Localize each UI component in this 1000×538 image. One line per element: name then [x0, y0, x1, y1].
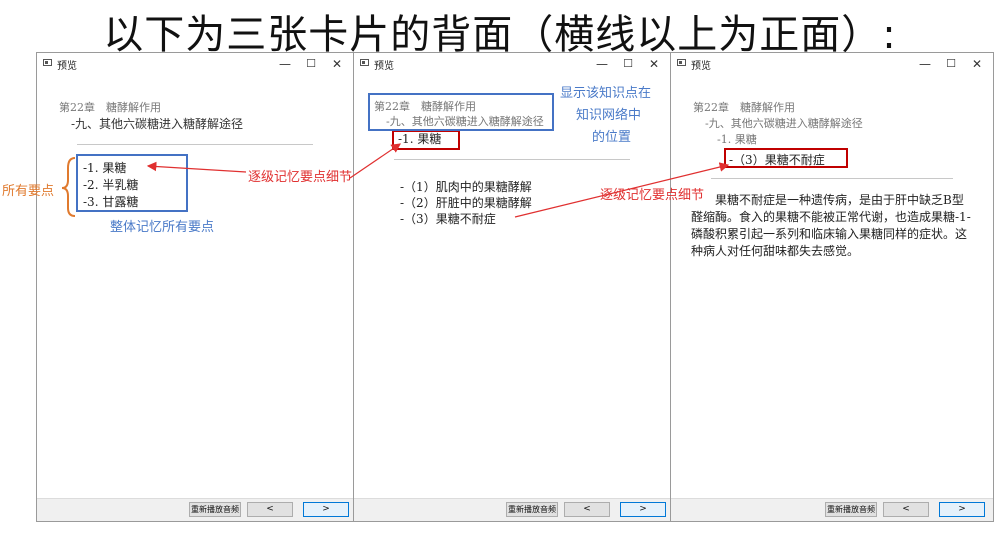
stepwise-memory-label-2: 逐级记忆要点细节 [600, 188, 705, 203]
network-position-label-1: 显示该知识点在 [560, 86, 652, 101]
arrow-1 [146, 161, 247, 173]
all-points-label: 所有要点 [2, 184, 55, 199]
arrow-2 [349, 143, 401, 179]
stepwise-memory-label-1: 逐级记忆要点细节 [248, 170, 353, 185]
network-position-label-2: 知识网络中 [576, 108, 642, 123]
overall-memory-label: 整体记忆所有要点 [110, 220, 215, 235]
network-position-label-3: 的位置 [592, 130, 632, 145]
orange-brace [61, 157, 76, 217]
annotation-arrows [61, 143, 730, 218]
